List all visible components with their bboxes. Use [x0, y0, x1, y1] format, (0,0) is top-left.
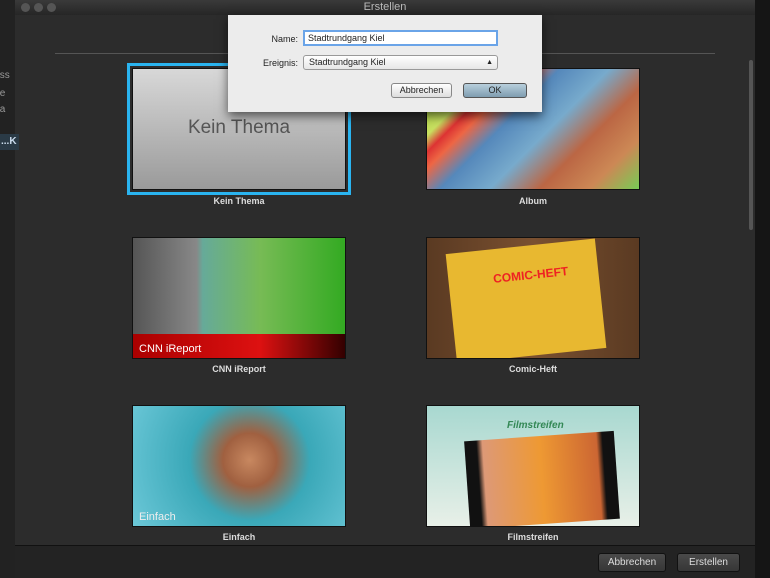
- theme-label: Album: [519, 196, 547, 206]
- theme-label: Comic-Heft: [508, 364, 557, 374]
- name-label: Name:: [271, 34, 298, 44]
- footer-bar: Abbrechen Erstellen: [15, 545, 755, 578]
- background-area: [755, 0, 770, 578]
- event-select[interactable]: Stadtrundgang Kiel ▲: [303, 55, 498, 70]
- cancel-button[interactable]: Abbrechen: [598, 553, 666, 572]
- sidebar-text: kte: [0, 88, 6, 99]
- minimize-icon[interactable]: [34, 3, 43, 12]
- title-bar: Erstellen: [15, 0, 755, 15]
- event-value: Stadtrundgang Kiel: [309, 57, 386, 67]
- create-button[interactable]: Erstellen: [677, 553, 740, 572]
- updown-icon: ▲: [486, 59, 493, 66]
- ok-button[interactable]: OK: [463, 83, 527, 98]
- theme-overlay-text: CNN iReport: [139, 343, 202, 355]
- theme-overlay-text: Filmstreifen: [507, 420, 564, 431]
- name-input[interactable]: Stadtrundgang Kiel: [303, 30, 498, 46]
- event-label: Ereignis:: [262, 58, 298, 68]
- theme-overlay-text: Einfach: [139, 511, 176, 523]
- theme-overlay-text: Kein Thema: [187, 117, 291, 138]
- theme-comic-heft[interactable]: COMIC-HEFT: [426, 237, 640, 359]
- theme-label: Einfach: [222, 532, 256, 542]
- sidebar-selected-item[interactable]: ...K: [0, 134, 19, 150]
- sidebar-text: dia: [0, 104, 6, 115]
- theme-cnn-ireport[interactable]: CNN iReport: [132, 237, 346, 359]
- create-dialog: Name: Stadtrundgang Kiel Ereignis: Stadt…: [228, 15, 542, 112]
- close-icon[interactable]: [21, 3, 30, 12]
- theme-einfach[interactable]: Einfach: [132, 405, 346, 527]
- sidebar-fragment: niss kte dia: [0, 0, 15, 578]
- theme-label: CNN iReport: [212, 364, 266, 374]
- dialog-cancel-button[interactable]: Abbrechen: [391, 83, 452, 98]
- sidebar-text: niss: [0, 70, 10, 81]
- window-controls[interactable]: [21, 3, 56, 12]
- theme-label: Filmstreifen: [507, 532, 559, 542]
- zoom-icon[interactable]: [47, 3, 56, 12]
- theme-filmstreifen[interactable]: Filmstreifen: [426, 405, 640, 527]
- scrollbar[interactable]: [749, 60, 753, 230]
- theme-label: Kein Thema: [213, 196, 265, 206]
- window-title: Erstellen: [363, 1, 407, 13]
